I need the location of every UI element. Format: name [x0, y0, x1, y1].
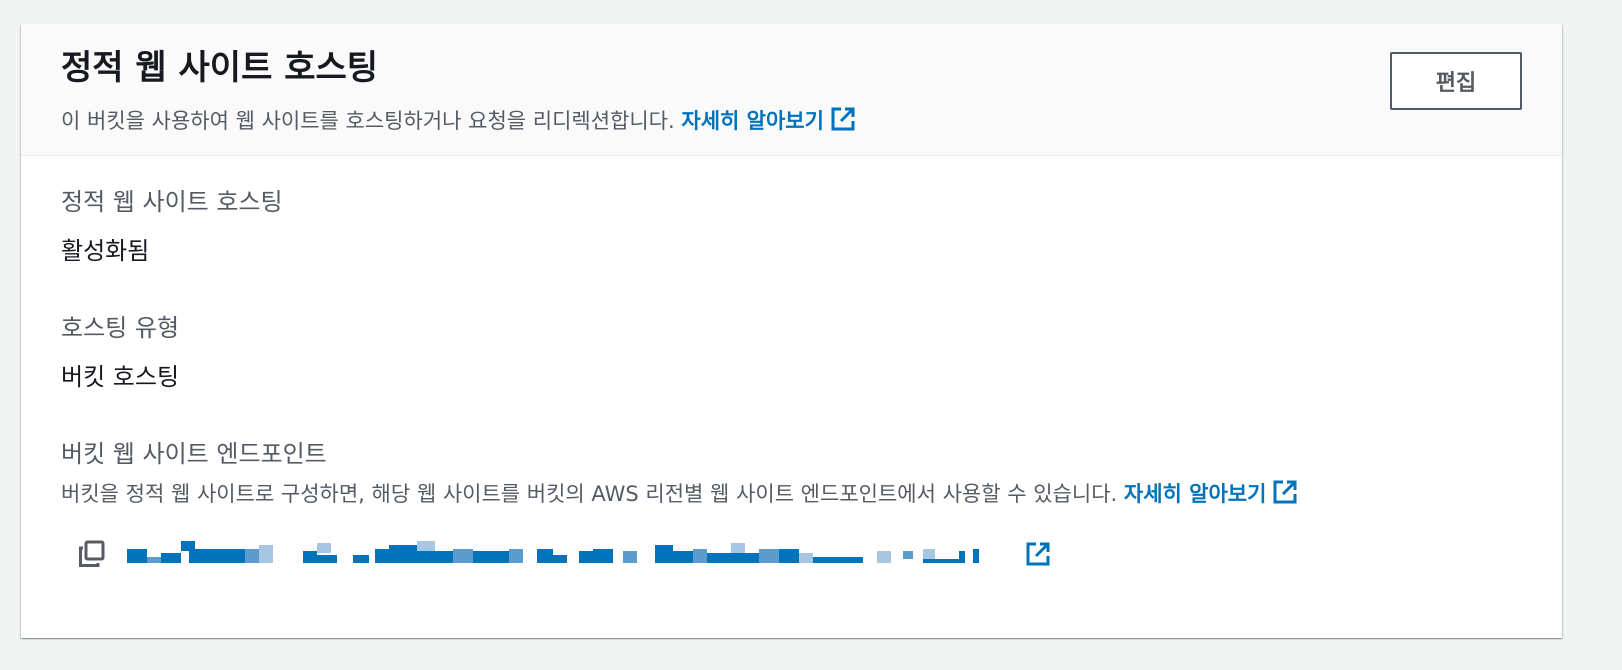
endpoint-url-link[interactable] — [127, 539, 1007, 569]
endpoint-learn-more-label: 자세히 알아보기 — [1123, 482, 1267, 506]
external-link-icon[interactable] — [1025, 541, 1051, 567]
endpoint-description-text: 버킷을 정적 웹 사이트로 구성하면, 해당 웹 사이트를 버킷의 AWS 리전… — [61, 482, 1118, 506]
endpoint-row — [77, 536, 1051, 572]
learn-more-label: 자세히 알아보기 — [681, 109, 824, 133]
external-link-icon — [831, 107, 855, 131]
endpoint-label: 버킷 웹 사이트 엔드포인트 — [61, 440, 327, 468]
learn-more-link[interactable]: 자세히 알아보기 — [681, 107, 856, 133]
panel-description-text: 이 버킷을 사용하여 웹 사이트를 호스팅하거나 요청을 리디렉션합니다. — [61, 109, 675, 133]
endpoint-learn-more-link[interactable]: 자세히 알아보기 — [1123, 480, 1299, 506]
hosting-label: 정적 웹 사이트 호스팅 — [61, 188, 283, 216]
panel-description: 이 버킷을 사용하여 웹 사이트를 호스팅하거나 요청을 리디렉션합니다. 자세… — [61, 106, 856, 136]
hosting-type-label: 호스팅 유형 — [61, 314, 180, 342]
copy-icon[interactable] — [77, 539, 107, 569]
external-link-icon — [1273, 480, 1297, 504]
endpoint-description: 버킷을 정적 웹 사이트로 구성하면, 해당 웹 사이트를 버킷의 AWS 리전… — [61, 478, 1298, 508]
hosting-value: 활성화됨 — [61, 237, 150, 265]
hosting-type-value: 버킷 호스팅 — [61, 363, 180, 391]
panel-header: 정적 웹 사이트 호스팅 이 버킷을 사용하여 웹 사이트를 호스팅하거나 요청… — [21, 24, 1562, 156]
static-website-hosting-panel: 정적 웹 사이트 호스팅 이 버킷을 사용하여 웹 사이트를 호스팅하거나 요청… — [21, 24, 1562, 638]
panel-title: 정적 웹 사이트 호스팅 — [61, 48, 379, 88]
edit-button[interactable]: 편집 — [1390, 52, 1522, 110]
